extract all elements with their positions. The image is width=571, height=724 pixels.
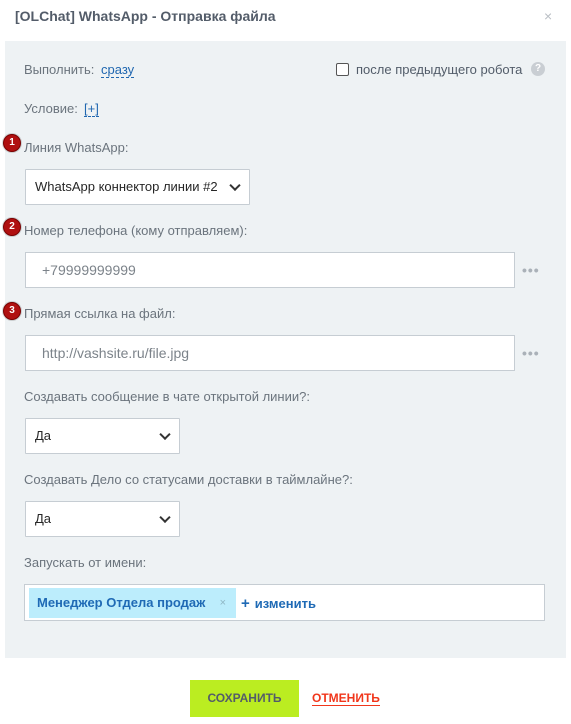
condition-add-text: [+] [84, 101, 99, 117]
execute-label: Выполнить: [24, 62, 95, 77]
create-task-select[interactable]: Да [25, 501, 180, 537]
whatsapp-line-selected: WhatsApp коннектор линии #2 [35, 179, 218, 194]
save-button[interactable]: СОХРАНИТЬ [190, 680, 299, 717]
dialog-title: [OLChat] WhatsApp - Отправка файла [15, 8, 276, 24]
plus-icon: + [241, 595, 250, 612]
execute-value-text: сразу [101, 62, 135, 78]
condition-add-link[interactable]: [+] [84, 101, 99, 117]
remove-user-icon[interactable]: × [220, 588, 226, 618]
create-task-selected: Да [35, 511, 52, 526]
cancel-button[interactable]: ОТМЕНИТЬ [312, 691, 380, 706]
help-icon[interactable]: ? [531, 62, 545, 76]
change-user-text: изменить [254, 596, 316, 611]
create-task-label: Создавать Дело со статусами доставки в т… [24, 472, 353, 487]
after-previous-label[interactable]: после предыдущего робота [356, 62, 522, 77]
after-previous-checkbox[interactable] [336, 63, 349, 76]
chevron-down-icon [159, 428, 171, 441]
create-message-label: Создавать сообщение в чате открытой лини… [24, 389, 310, 404]
file-link-input[interactable]: http://vashsite.ru/file.jpg [25, 335, 515, 371]
file-link-more-icon[interactable]: ••• [522, 345, 540, 361]
whatsapp-line-label: Линия WhatsApp: [24, 140, 129, 155]
create-message-select[interactable]: Да [25, 418, 180, 454]
change-user-link[interactable]: + изменить [241, 595, 316, 612]
user-tag[interactable]: Менеджер Отдела продаж × [29, 588, 236, 618]
close-icon[interactable]: × [544, 9, 552, 23]
step-marker-2: 2 [3, 218, 21, 236]
phone-input[interactable]: +79999999999 [25, 252, 515, 288]
user-tag-name: Менеджер Отдела продаж [37, 595, 206, 610]
execute-value-link[interactable]: сразу [101, 62, 135, 78]
step-marker-1: 1 [3, 134, 21, 152]
chevron-down-icon [159, 511, 171, 524]
file-link-label: Прямая ссылка на файл: [24, 306, 176, 321]
condition-label: Условие: [24, 101, 78, 116]
create-message-selected: Да [35, 428, 52, 443]
step-marker-3: 3 [3, 302, 21, 320]
run-as-label: Запускать от имени: [24, 555, 147, 570]
chevron-down-icon [229, 179, 241, 192]
phone-label: Номер телефона (кому отправляем): [24, 223, 248, 238]
phone-more-icon[interactable]: ••• [522, 262, 540, 278]
run-as-field[interactable]: Менеджер Отдела продаж × + изменить [24, 584, 545, 621]
whatsapp-line-select[interactable]: WhatsApp коннектор линии #2 [25, 169, 250, 205]
